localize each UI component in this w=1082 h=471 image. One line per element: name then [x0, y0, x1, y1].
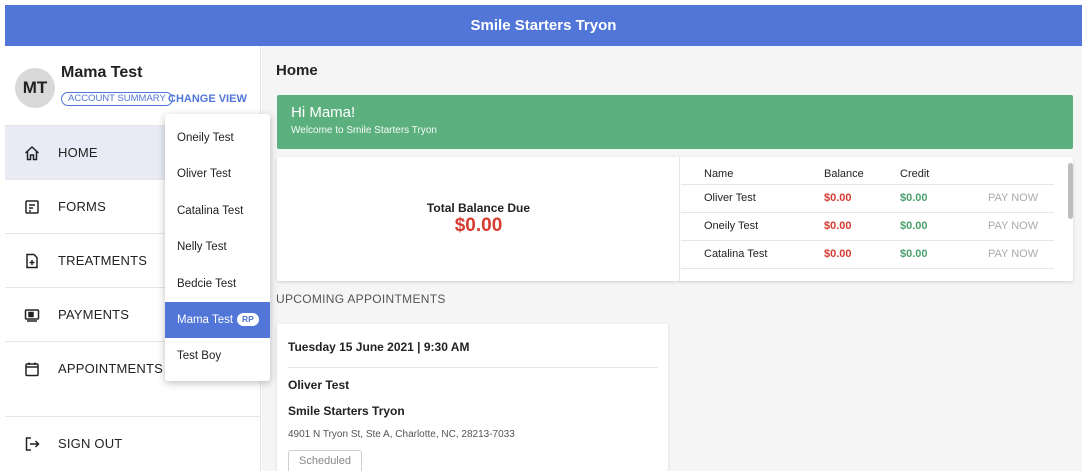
home-icon [24, 145, 40, 160]
nav-label-home: HOME [58, 145, 98, 160]
row-balance: $0.00 [824, 248, 852, 260]
row-balance: $0.00 [824, 192, 852, 204]
total-balance-panel: Total Balance Due $0.00 [277, 157, 680, 281]
appointment-address: 4901 N Tryon St, Ste A, Charlotte, NC, 2… [288, 429, 515, 440]
header-name: Name [704, 168, 734, 180]
appointment-patient: Oliver Test [288, 378, 350, 392]
dropdown-item-catalina[interactable]: Catalina Test [165, 193, 270, 229]
sign-out-label: SIGN OUT [58, 436, 123, 451]
user-name: Mama Test [61, 64, 143, 81]
rp-badge: RP [237, 313, 259, 327]
total-balance-amount: $0.00 [454, 215, 503, 236]
table-row: Catalina Test $0.00 $0.00 PAY NOW [681, 241, 1054, 269]
user-block: MT Mama Test ACCOUNT SUMMARY CHANGE VIEW [5, 46, 261, 124]
row-credit: $0.00 [900, 220, 928, 232]
nav-label-treatments: TREATMENTS [58, 253, 148, 268]
nav-label-appointments: APPOINTMENTS [58, 361, 163, 376]
app-header: Smile Starters Tryon [5, 5, 1082, 46]
table-scrollbar[interactable] [1068, 163, 1073, 219]
dropdown-item-nelly[interactable]: Nelly Test [165, 229, 270, 265]
header-balance: Balance [824, 168, 864, 180]
account-summary-button[interactable]: ACCOUNT SUMMARY [61, 92, 173, 106]
calendar-icon [25, 362, 39, 376]
table-row: Oliver Test $0.00 $0.00 PAY NOW [681, 185, 1054, 213]
welcome-title: Hi Mama! [291, 104, 356, 121]
row-credit: $0.00 [900, 248, 928, 260]
pay-now-button[interactable]: PAY NOW [988, 185, 1038, 212]
main-content: Home Hi Mama! Welcome to Smile Starters … [262, 46, 1082, 471]
balance-card: Total Balance Due $0.00 Name Balance Cre… [277, 157, 1073, 281]
appointment-status-badge: Scheduled [288, 450, 362, 471]
table-row: Oneily Test $0.00 $0.00 PAY NOW [681, 213, 1054, 241]
change-view-button[interactable]: CHANGE VIEW [168, 92, 247, 106]
app-title: Smile Starters Tryon [470, 17, 617, 34]
welcome-subtitle: Welcome to Smile Starters Tryon [291, 125, 437, 136]
forms-icon [25, 199, 39, 214]
avatar: MT [15, 68, 55, 108]
row-balance: $0.00 [824, 220, 852, 232]
dropdown-item-bedcie[interactable]: Bedcie Test [165, 266, 270, 302]
nav-item-sign-out[interactable]: SIGN OUT [5, 416, 261, 470]
total-balance-label: Total Balance Due [426, 201, 531, 215]
header-credit: Credit [900, 168, 930, 180]
nav-label-payments: PAYMENTS [58, 307, 130, 322]
balance-table: Name Balance Credit Oliver Test $0.00 $0… [681, 163, 1054, 269]
dropdown-item-mama-label: Mama Test [177, 313, 234, 326]
treatments-icon [26, 253, 38, 268]
nav-label-forms: FORMS [58, 199, 106, 214]
pay-now-button[interactable]: PAY NOW [988, 213, 1038, 240]
dropdown-item-mama[interactable]: Mama Test RP [165, 301, 270, 339]
pay-now-button[interactable]: PAY NOW [988, 241, 1038, 268]
dropdown-item-test-boy[interactable]: Test Boy [165, 338, 270, 374]
row-name: Oneily Test [704, 220, 759, 232]
divider [288, 367, 658, 368]
page-title: Home [276, 62, 318, 79]
dropdown-item-oneily[interactable]: Oneily Test [165, 120, 270, 156]
payments-icon [24, 308, 40, 322]
appointment-clinic: Smile Starters Tryon [288, 404, 405, 418]
row-name: Oliver Test [704, 192, 756, 204]
welcome-banner: Hi Mama! Welcome to Smile Starters Tryon [277, 95, 1073, 149]
change-view-dropdown: Oneily Test Oliver Test Catalina Test Ne… [165, 114, 270, 381]
upcoming-appointments-heading: UPCOMING APPOINTMENTS [276, 292, 446, 306]
dropdown-item-oliver[interactable]: Oliver Test [165, 156, 270, 192]
row-credit: $0.00 [900, 192, 928, 204]
sign-out-icon [25, 436, 40, 451]
appointment-datetime: Tuesday 15 June 2021 | 9:30 AM [288, 340, 470, 354]
row-name: Catalina Test [704, 248, 768, 260]
table-header: Name Balance Credit [681, 163, 1054, 185]
appointment-card[interactable]: Tuesday 15 June 2021 | 9:30 AM Oliver Te… [277, 324, 668, 471]
